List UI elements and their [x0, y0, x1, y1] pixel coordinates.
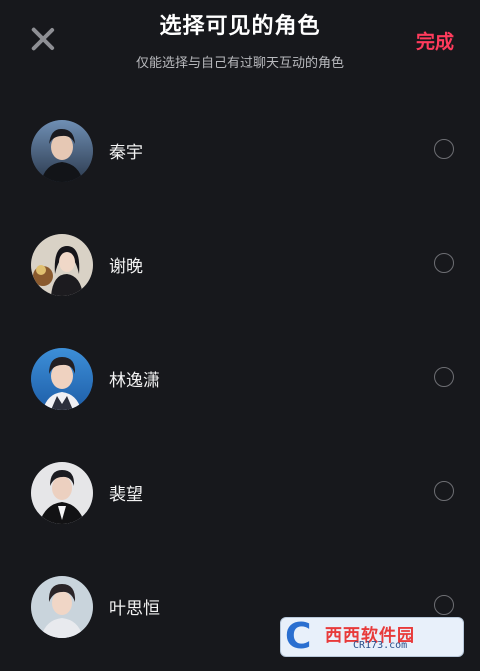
character-list: 秦宇 谢晚 林逸潇 裴望 叶思恒 [0, 92, 480, 662]
select-radio[interactable] [434, 367, 454, 387]
avatar [31, 234, 93, 296]
avatar [31, 576, 93, 638]
watermark-url: CR173.com [353, 640, 408, 651]
character-row-xie-wan[interactable]: 谢晚 [0, 206, 480, 320]
watermark-c-icon: C [285, 617, 312, 657]
avatar [31, 120, 93, 182]
site-watermark-logo: C 西西软件园 CR173.com [280, 617, 464, 657]
page-subtitle: 仅能选择与自己有过聊天互动的角色 [135, 56, 344, 71]
select-radio[interactable] [434, 253, 454, 273]
avatar [31, 462, 93, 524]
select-radio[interactable] [434, 139, 454, 159]
top-bar: 选择可见的角色 仅能选择与自己有过聊天互动的角色 完成 [0, 0, 480, 90]
character-name: 林逸潇 [109, 371, 160, 391]
character-row-lin-yi-xiao[interactable]: 林逸潇 [0, 320, 480, 434]
page-title: 选择可见的角色 [159, 14, 321, 39]
character-row-pei-wang[interactable]: 裴望 [0, 434, 480, 548]
avatar [31, 348, 93, 410]
character-name: 裴望 [109, 485, 143, 505]
character-row-qin-yu[interactable]: 秦宇 [0, 92, 480, 206]
character-name: 秦宇 [109, 143, 143, 163]
character-name: 谢晚 [109, 257, 143, 277]
select-radio[interactable] [434, 481, 454, 501]
character-name: 叶思恒 [109, 599, 160, 619]
select-radio[interactable] [434, 595, 454, 615]
done-button[interactable]: 完成 [416, 27, 454, 54]
